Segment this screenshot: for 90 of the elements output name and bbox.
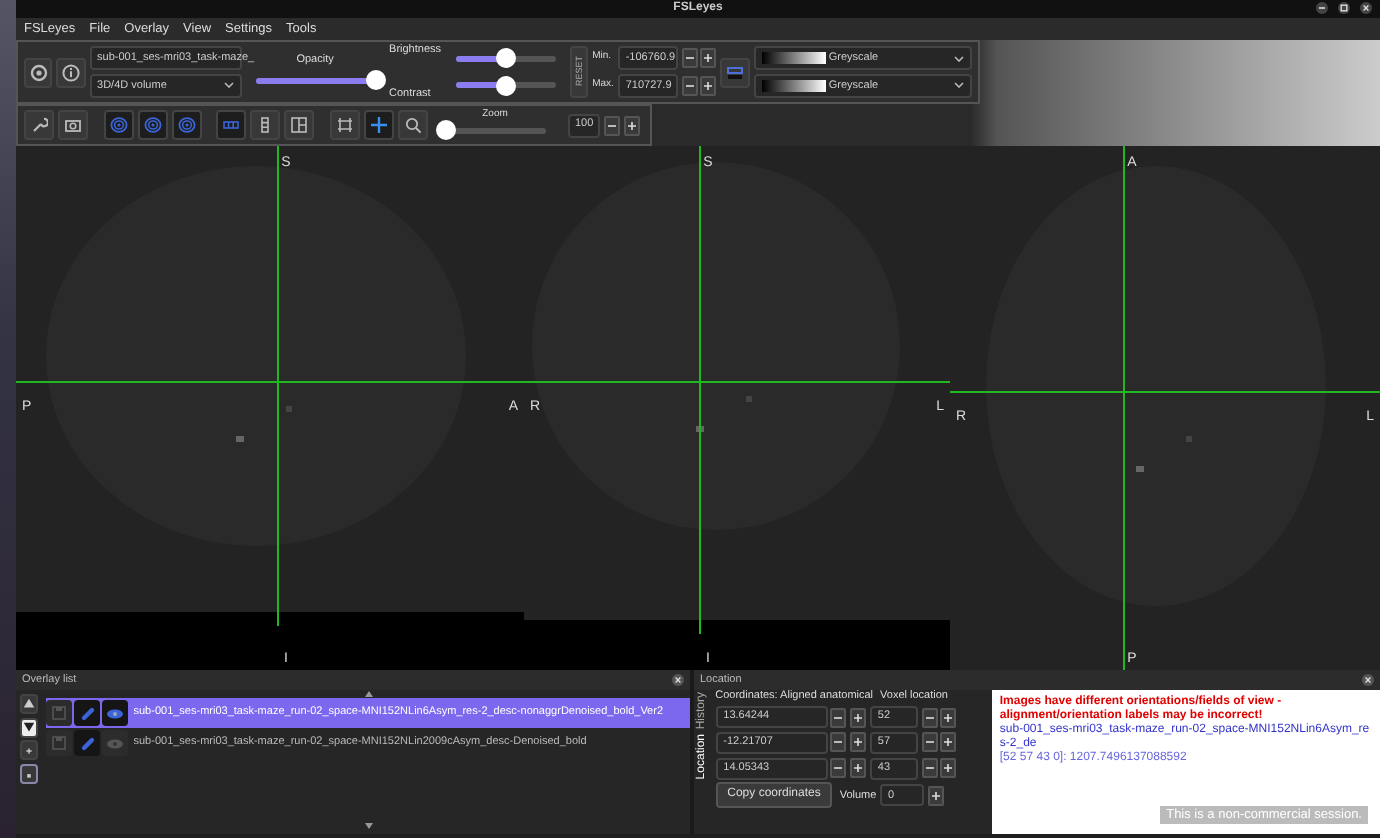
plus-icon	[854, 713, 863, 722]
minus-icon	[925, 738, 934, 747]
close-icon[interactable]	[1360, 2, 1372, 14]
minimize-icon[interactable]	[1316, 2, 1328, 14]
plus-icon	[627, 121, 635, 129]
eye-icon	[106, 707, 124, 719]
crosshair-button[interactable]	[363, 110, 393, 140]
colormap-gradient-icon	[761, 79, 826, 92]
link-button[interactable]	[720, 57, 750, 87]
caret-icon	[954, 55, 965, 62]
increment-button[interactable]	[940, 707, 957, 728]
slider-thumb[interactable]	[495, 48, 516, 69]
decrement-button[interactable]	[921, 732, 938, 753]
increment-button[interactable]	[700, 75, 717, 96]
crosshair-icon	[369, 116, 387, 134]
layout-button[interactable]	[250, 110, 280, 140]
remove-button[interactable]	[19, 764, 38, 784]
view-toggle-button[interactable]	[103, 110, 133, 140]
screenshot-button[interactable]	[58, 110, 88, 140]
minus-icon	[685, 54, 694, 63]
slider-thumb[interactable]	[435, 120, 455, 141]
increment-button[interactable]	[850, 732, 867, 753]
decrement-button[interactable]	[681, 48, 698, 69]
plus-icon	[704, 54, 713, 63]
camera-icon	[64, 116, 82, 134]
layout-button[interactable]	[216, 110, 246, 140]
decrement-button[interactable]	[830, 758, 847, 779]
visibility-toggle[interactable]	[102, 700, 128, 726]
plus-icon	[944, 738, 953, 747]
scroll-down-icon[interactable]	[363, 822, 373, 831]
colormap-gradient-icon	[761, 52, 826, 65]
plus-icon	[21, 743, 36, 758]
minus-icon	[925, 713, 934, 722]
caret-icon	[954, 82, 965, 89]
wrench-icon	[30, 116, 48, 134]
minus-icon	[834, 764, 843, 773]
decrement-button[interactable]	[830, 707, 847, 728]
move-up-button[interactable]	[19, 693, 38, 714]
movie-button[interactable]	[329, 110, 359, 140]
increment-button[interactable]	[850, 707, 867, 728]
search-icon	[403, 116, 421, 134]
plus-icon	[944, 713, 953, 722]
frame-icon	[335, 116, 353, 134]
close-icon[interactable]	[1362, 674, 1374, 686]
info-button[interactable]	[56, 57, 86, 87]
maximize-icon[interactable]	[1338, 2, 1350, 14]
plus-icon	[944, 764, 953, 773]
settings-icon	[29, 63, 48, 81]
decrement-button[interactable]	[681, 75, 698, 96]
view-toggle-button[interactable]	[171, 110, 201, 140]
settings-button[interactable]	[24, 57, 53, 87]
add-button[interactable]	[19, 740, 38, 761]
link-button[interactable]	[74, 700, 100, 726]
close-icon[interactable]	[672, 674, 684, 686]
visibility-toggle[interactable]	[102, 730, 128, 756]
caret-icon	[223, 82, 234, 89]
plus-icon	[854, 764, 863, 773]
settings-button[interactable]	[24, 110, 54, 140]
slider-thumb[interactable]	[495, 75, 516, 96]
minus-icon	[925, 764, 934, 773]
minus-icon	[685, 81, 694, 90]
link-button[interactable]	[74, 730, 100, 756]
zoom-button[interactable]	[397, 110, 427, 140]
layout-grid-icon	[290, 116, 308, 134]
view-toggle-button[interactable]	[137, 110, 167, 140]
layout-vertical-icon	[256, 116, 274, 134]
plus-icon	[704, 81, 713, 90]
plus-icon	[854, 738, 863, 747]
increment-button[interactable]	[940, 732, 957, 753]
decrement-button[interactable]	[603, 115, 619, 135]
increment-button[interactable]	[940, 758, 957, 779]
arrow-down-icon	[21, 720, 36, 734]
slider-thumb[interactable]	[365, 70, 386, 91]
decrement-button[interactable]	[830, 732, 847, 753]
eye-icon	[106, 737, 124, 749]
decrement-button[interactable]	[921, 758, 938, 779]
arrow-up-icon	[21, 696, 36, 711]
info-icon	[61, 63, 80, 81]
move-down-button[interactable]	[19, 717, 38, 737]
layout-button[interactable]	[284, 110, 314, 140]
decrement-button[interactable]	[921, 707, 938, 728]
increment-button[interactable]	[700, 48, 717, 69]
minus-icon	[607, 121, 615, 129]
layout-horizontal-icon	[222, 116, 240, 134]
minus-icon	[834, 738, 843, 747]
increment-button[interactable]	[850, 758, 867, 779]
plus-icon	[931, 791, 940, 800]
increment-button[interactable]	[623, 115, 639, 135]
minus-icon	[834, 713, 843, 722]
increment-button[interactable]	[927, 785, 944, 806]
